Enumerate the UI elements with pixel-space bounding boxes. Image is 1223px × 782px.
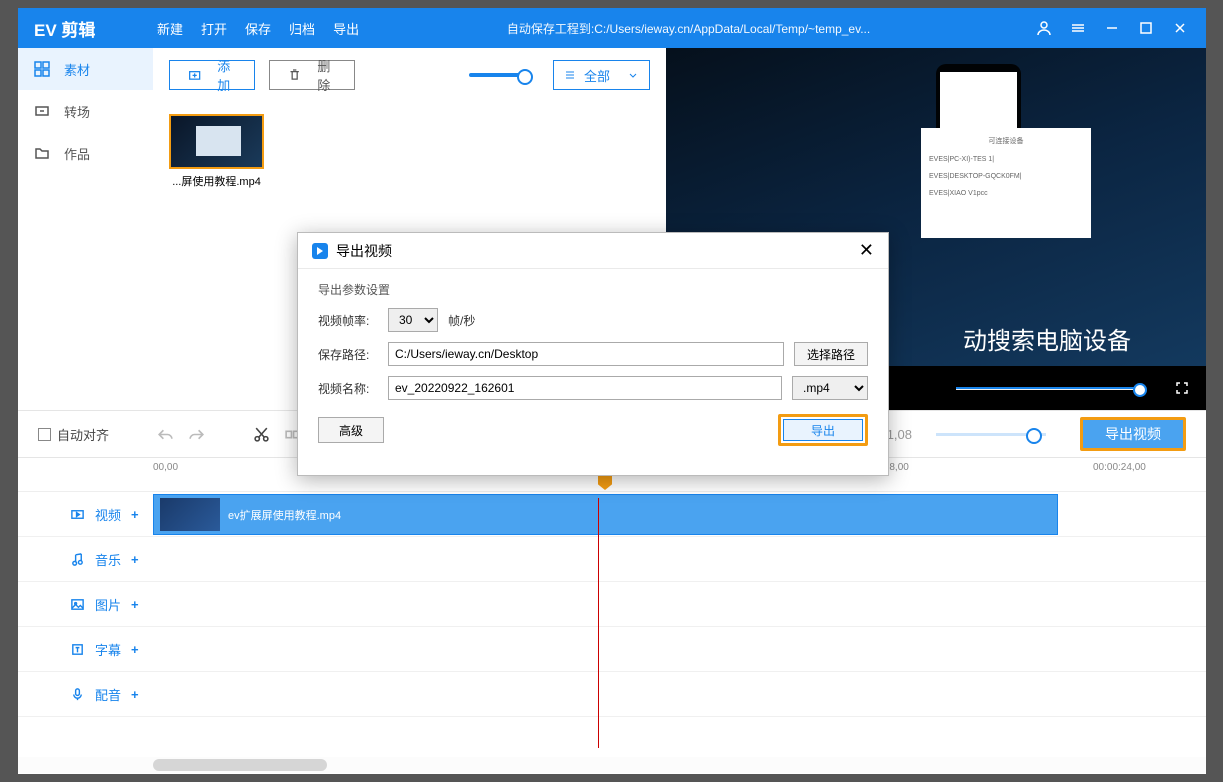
list-icon xyxy=(564,69,576,81)
add-voice-track-icon[interactable]: + xyxy=(131,687,139,702)
play-icon xyxy=(312,243,328,259)
cut-icon[interactable] xyxy=(253,426,270,443)
track-head-music[interactable]: 音乐+ xyxy=(18,550,153,569)
track-head-video[interactable]: 视频+ xyxy=(18,505,153,524)
video-clip[interactable]: ev扩展屏使用教程.mp4 xyxy=(153,494,1058,535)
menu-export[interactable]: 导出 xyxy=(333,19,359,38)
maximize-icon[interactable] xyxy=(1138,20,1154,36)
dialog-close-button[interactable]: ✕ xyxy=(859,240,874,261)
track-head-image[interactable]: 图片+ xyxy=(18,595,153,614)
user-icon[interactable] xyxy=(1036,20,1052,36)
playhead-line xyxy=(598,498,599,748)
trash-icon xyxy=(288,68,301,82)
asset-thumb xyxy=(169,114,264,169)
add-folder-icon xyxy=(188,68,201,82)
filename-input[interactable] xyxy=(388,376,782,400)
track-music: 音乐+ xyxy=(18,537,1206,582)
filter-dropdown[interactable]: 全部 xyxy=(553,60,650,90)
menu-save[interactable]: 保存 xyxy=(245,19,271,38)
preview-device-panel: 可连接设备 EVES|PC-XI)-TES 1| EVES|DESKTOP-GQ… xyxy=(921,128,1091,238)
status-text: 自动保存工程到:C:/Users/ieway.cn/AppData/Local/… xyxy=(359,20,1018,37)
preview-caption: 动搜索电脑设备 xyxy=(963,321,1131,356)
chevron-down-icon xyxy=(627,69,639,81)
menu-archive[interactable]: 归档 xyxy=(289,19,315,38)
track-head-subtitle[interactable]: 字幕+ xyxy=(18,640,153,659)
image-icon xyxy=(70,597,85,612)
export-button-highlight: 导出 xyxy=(778,414,868,446)
add-button[interactable]: 添加 xyxy=(169,60,255,90)
track-video: 视频+ ev扩展屏使用教程.mp4 xyxy=(18,492,1206,537)
grid-icon xyxy=(34,61,50,77)
path-input[interactable] xyxy=(388,342,784,366)
text-icon xyxy=(70,642,85,657)
asset-toolbar: 添加 删除 全部 xyxy=(169,60,650,90)
timeline: 00,00 00:00:06,00 00:00:12,00 00:00:18,0… xyxy=(18,458,1206,773)
delete-button[interactable]: 删除 xyxy=(269,60,355,90)
playhead-handle[interactable] xyxy=(598,476,612,490)
track-head-voice[interactable]: 配音+ xyxy=(18,685,153,704)
fullscreen-icon[interactable] xyxy=(1174,380,1190,396)
app-title: EV 剪辑 xyxy=(18,16,153,41)
menu-open[interactable]: 打开 xyxy=(201,19,227,38)
asset-item[interactable]: ...屏使用教程.mp4 xyxy=(169,114,264,189)
settings-icon[interactable] xyxy=(1070,20,1086,36)
dialog-title-bar: 导出视频 ✕ xyxy=(298,233,888,269)
add-music-track-icon[interactable]: + xyxy=(131,552,139,567)
thumb-size-slider[interactable] xyxy=(469,73,527,77)
zoom-slider[interactable] xyxy=(936,433,1046,436)
add-image-track-icon[interactable]: + xyxy=(131,597,139,612)
advanced-button[interactable]: 高级 xyxy=(318,417,384,443)
menu-new[interactable]: 新建 xyxy=(157,19,183,38)
video-icon xyxy=(70,507,85,522)
main-menu: 新建 打开 保存 归档 导出 xyxy=(157,19,359,38)
transition-icon xyxy=(34,103,50,119)
track-image: 图片+ xyxy=(18,582,1206,627)
sidebar-item-works[interactable]: 作品 xyxy=(18,132,153,174)
fps-select[interactable]: 30 xyxy=(388,308,438,332)
export-dialog: 导出视频 ✕ 导出参数设置 视频帧率: 30 帧/秒 保存路径: 选择路径 视频… xyxy=(297,232,889,476)
clip-thumb xyxy=(160,498,220,531)
add-subtitle-track-icon[interactable]: + xyxy=(131,642,139,657)
path-label: 保存路径: xyxy=(318,346,378,363)
fps-unit: 帧/秒 xyxy=(448,312,475,329)
asset-name: ...屏使用教程.mp4 xyxy=(169,173,264,189)
sidebar-item-transition[interactable]: 转场 xyxy=(18,90,153,132)
folder-icon xyxy=(34,145,50,161)
sidebar: 素材 转场 作品 xyxy=(18,48,153,410)
undo-icon[interactable] xyxy=(157,426,174,443)
timeline-scrollbar[interactable] xyxy=(18,757,1206,773)
redo-icon[interactable] xyxy=(188,426,205,443)
dialog-section-label: 导出参数设置 xyxy=(318,281,868,298)
add-video-track-icon[interactable]: + xyxy=(131,507,139,522)
mic-icon xyxy=(70,687,85,702)
close-icon[interactable] xyxy=(1172,20,1188,36)
minimize-icon[interactable] xyxy=(1104,20,1120,36)
dialog-export-button[interactable]: 导出 xyxy=(783,419,863,441)
dialog-title-text: 导出视频 xyxy=(336,241,392,261)
music-icon xyxy=(70,552,85,567)
sidebar-item-material[interactable]: 素材 xyxy=(18,48,153,90)
filename-label: 视频名称: xyxy=(318,380,378,397)
auto-align-checkbox[interactable]: 自动对齐 xyxy=(38,425,109,444)
export-video-button[interactable]: 导出视频 xyxy=(1080,417,1186,451)
ext-select[interactable]: .mp4 xyxy=(792,376,868,400)
track-voice: 配音+ xyxy=(18,672,1206,717)
title-bar: EV 剪辑 新建 打开 保存 归档 导出 自动保存工程到:C:/Users/ie… xyxy=(18,8,1206,48)
fps-label: 视频帧率: xyxy=(318,312,378,329)
select-path-button[interactable]: 选择路径 xyxy=(794,342,868,366)
track-subtitle: 字幕+ xyxy=(18,627,1206,672)
